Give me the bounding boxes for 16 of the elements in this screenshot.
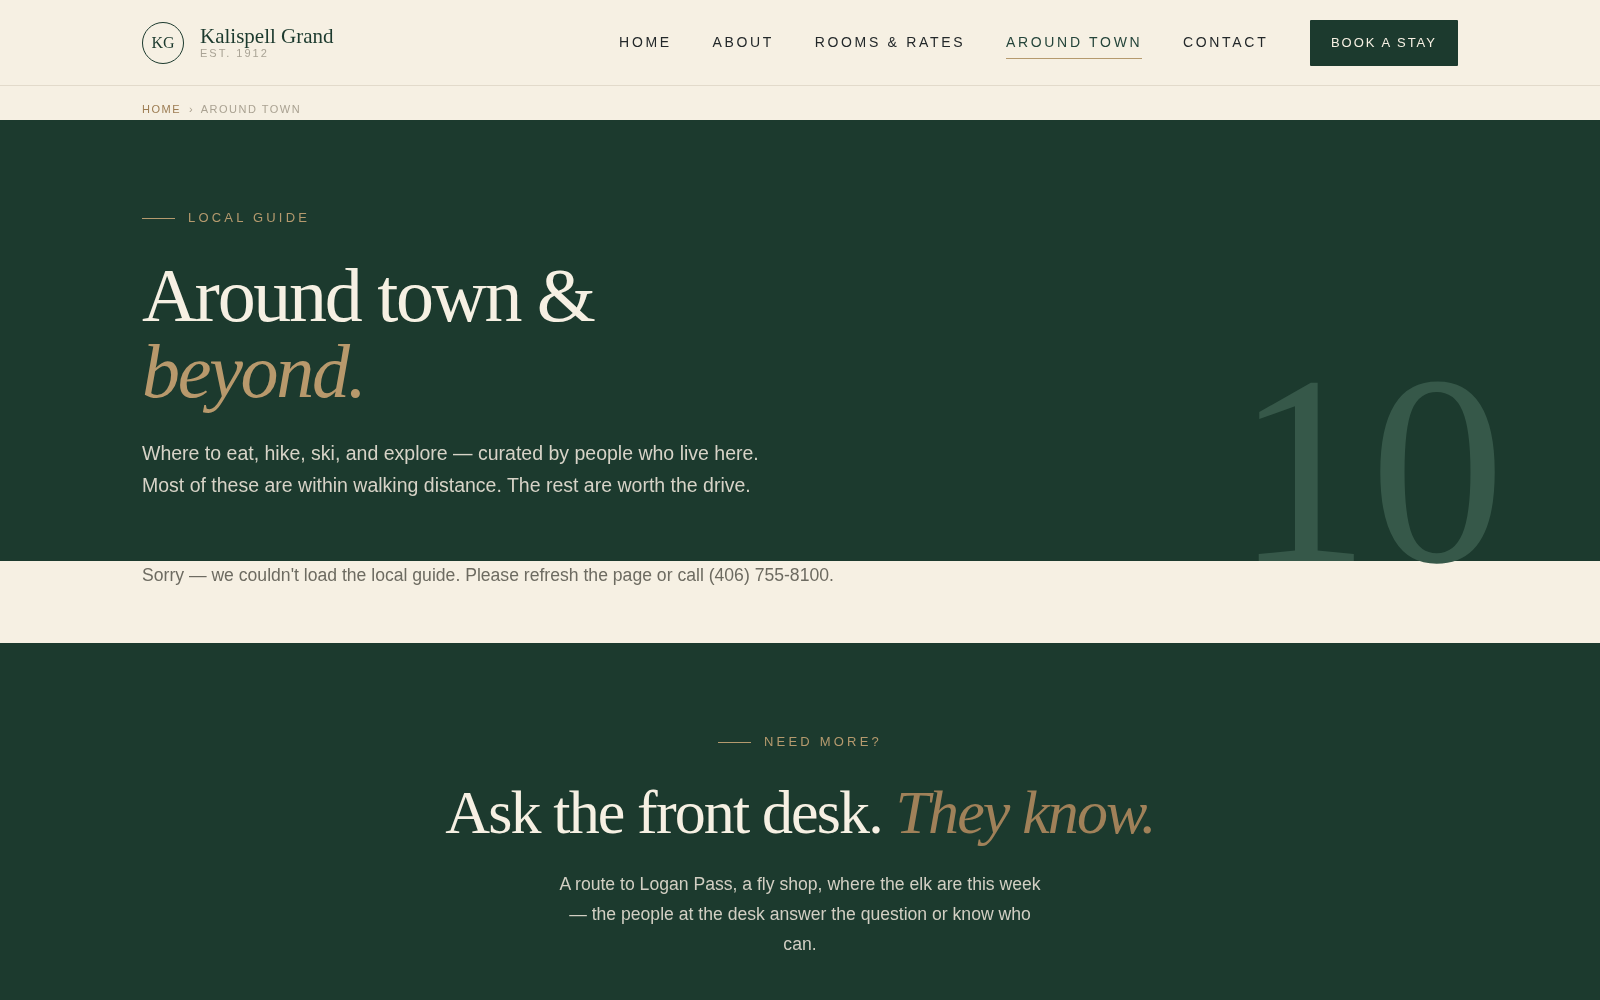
nav-link[interactable]: ROOMS & RATES (814, 26, 966, 59)
error-message: Sorry — we couldn't load the local guide. Please refresh the page or call (406) 755-8100. (142, 564, 834, 587)
brand-name: Kalispell Grand (200, 24, 334, 47)
eyebrow-label: NEED MORE? (764, 734, 882, 750)
nav-link[interactable]: AROUND TOWN (1005, 26, 1143, 59)
breadcrumb-link[interactable]: HOME (142, 102, 181, 116)
section-title: Ask the front desk. They know. (444, 777, 1156, 846)
breadcrumb-current: AROUND TOWN (200, 102, 302, 116)
hero-intro: Where to eat, hike, ski, and explore — curated by people who live here. Most of these are within walking distance. The rest are worth the drive. (142, 440, 760, 498)
nav-link[interactable]: HOME (619, 26, 672, 59)
nav-link[interactable]: CONTACT (1182, 26, 1269, 59)
book-button[interactable]: BOOK A STAY (1309, 19, 1458, 66)
breadcrumb-separator: › (189, 102, 193, 116)
eyebrow-label: LOCAL GUIDE (188, 210, 311, 226)
section-text: A route to Logan Pass, a fly shop, where the elk are this week — the people at the desk answer the question or know who can. (558, 872, 1042, 956)
nav-link[interactable]: ABOUT (712, 26, 775, 59)
